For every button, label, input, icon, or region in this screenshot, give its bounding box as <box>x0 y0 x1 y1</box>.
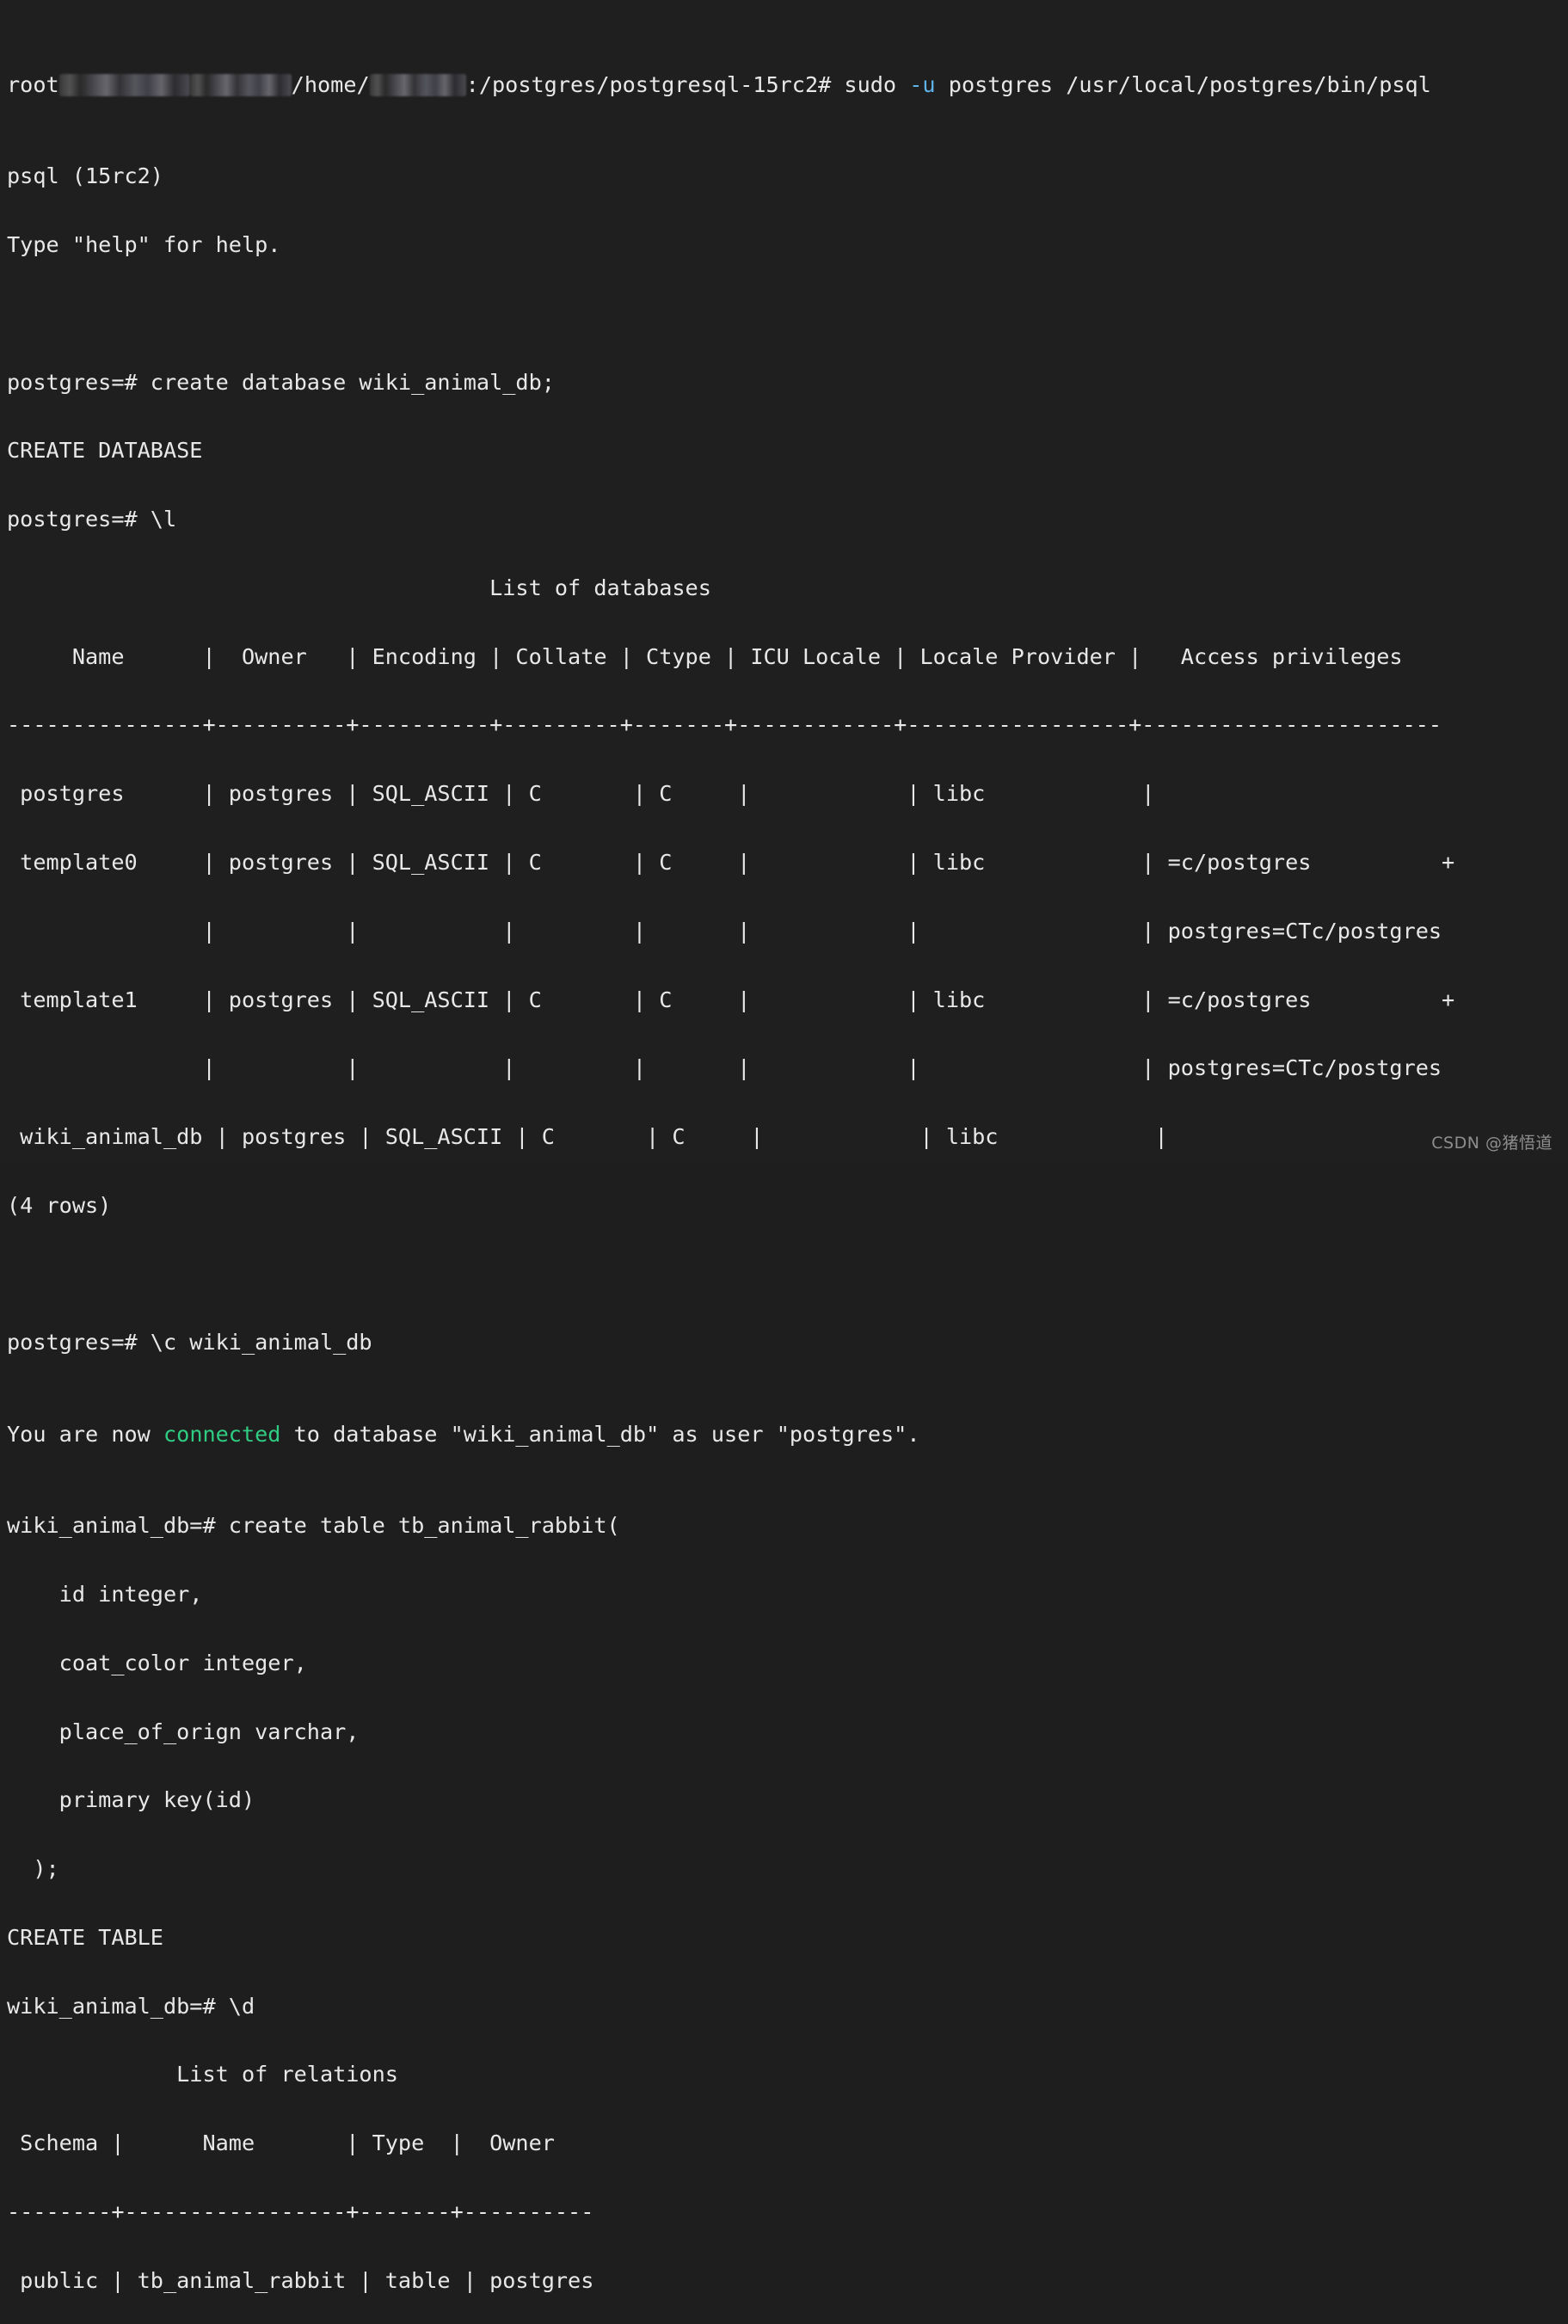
table-row-continuation: | | | | | | | postgres=CTc/postgres <box>7 1055 1442 1081</box>
databases-table-header: Name | Owner | Encoding | Collate | Ctyp… <box>7 643 1403 669</box>
home-path: /home/ <box>291 71 370 97</box>
table-row: template0 | postgres | SQL_ASCII | C | C… <box>7 849 1455 875</box>
sudo-user-flag: -u <box>909 71 936 97</box>
table-row: wiki_animal_db | postgres | SQL_ASCII | … <box>7 1124 1168 1150</box>
databases-table-title: List of databases <box>7 575 711 600</box>
psql-version-line: psql (15rc2) <box>7 163 163 189</box>
sudo-command-tail: postgres /usr/local/postgres/bin/psql <box>935 71 1431 97</box>
connection-status-suffix: to database "wiki_animal_db" as user "po… <box>280 1421 920 1447</box>
create-table-command-line: wiki_animal_db=# create table tb_animal_… <box>7 1513 620 1539</box>
relations-table-header: Schema | Name | Type | Owner <box>7 2130 555 2156</box>
relations-table-title: List of relations <box>7 2062 398 2087</box>
create-database-result-line: CREATE DATABASE <box>7 438 203 464</box>
list-relations-command-line: wiki_animal_db=# \d <box>7 1993 255 2019</box>
databases-row-count: (4 rows) <box>7 1192 112 1218</box>
redacted-hostname <box>58 73 190 96</box>
create-table-column-id: id integer, <box>7 1581 203 1607</box>
create-table-closing: ); <box>7 1856 59 1882</box>
create-table-primary-key: primary key(id) <box>7 1787 255 1813</box>
csdn-watermark: CSDN @猪悟道 <box>1431 1134 1553 1153</box>
terminal-window[interactable]: root/home/ :/postgres/postgresql-15rc2# s… <box>0 0 1568 2291</box>
connection-status-prefix: You are now <box>7 1421 163 1447</box>
table-row: template1 | postgres | SQL_ASCII | C | C… <box>7 987 1455 1012</box>
create-database-command-line: postgres=# create database wiki_animal_d… <box>7 369 555 395</box>
connection-status-line: You are now connected to database "wiki_… <box>7 1423 1568 1447</box>
table-row: postgres | postgres | SQL_ASCII | C | C … <box>7 781 1155 807</box>
redacted-path-segment <box>189 73 292 96</box>
databases-table-separator: ---------------+----------+----------+--… <box>7 712 1442 738</box>
list-databases-command-line: postgres=# \l <box>7 507 177 532</box>
table-row-continuation: | | | | | | | postgres=CTc/postgres <box>7 918 1442 944</box>
create-table-column-place-of-orign: place_of_orign varchar, <box>7 1718 360 1744</box>
create-table-column-coat-color: coat_color integer, <box>7 1650 307 1675</box>
shell-user-host: root <box>7 71 59 97</box>
psql-help-hint-line: Type "help" for help. <box>7 231 281 257</box>
redacted-user-dir <box>369 73 466 96</box>
connect-database-command-line: postgres=# \c wiki_animal_db <box>7 1330 372 1356</box>
relations-table-separator: --------+-----------------+-------+-----… <box>7 2199 594 2224</box>
table-row: public | tb_animal_rabbit | table | post… <box>7 2267 594 2293</box>
connected-keyword: connected <box>163 1421 281 1447</box>
create-table-result-line: CREATE TABLE <box>7 1924 163 1950</box>
terminal-line-shell-prompt: root/home/ :/postgres/postgresql-15rc2# s… <box>7 71 1568 97</box>
shell-command-path: :/postgres/postgresql-15rc2# sudo <box>465 71 910 97</box>
